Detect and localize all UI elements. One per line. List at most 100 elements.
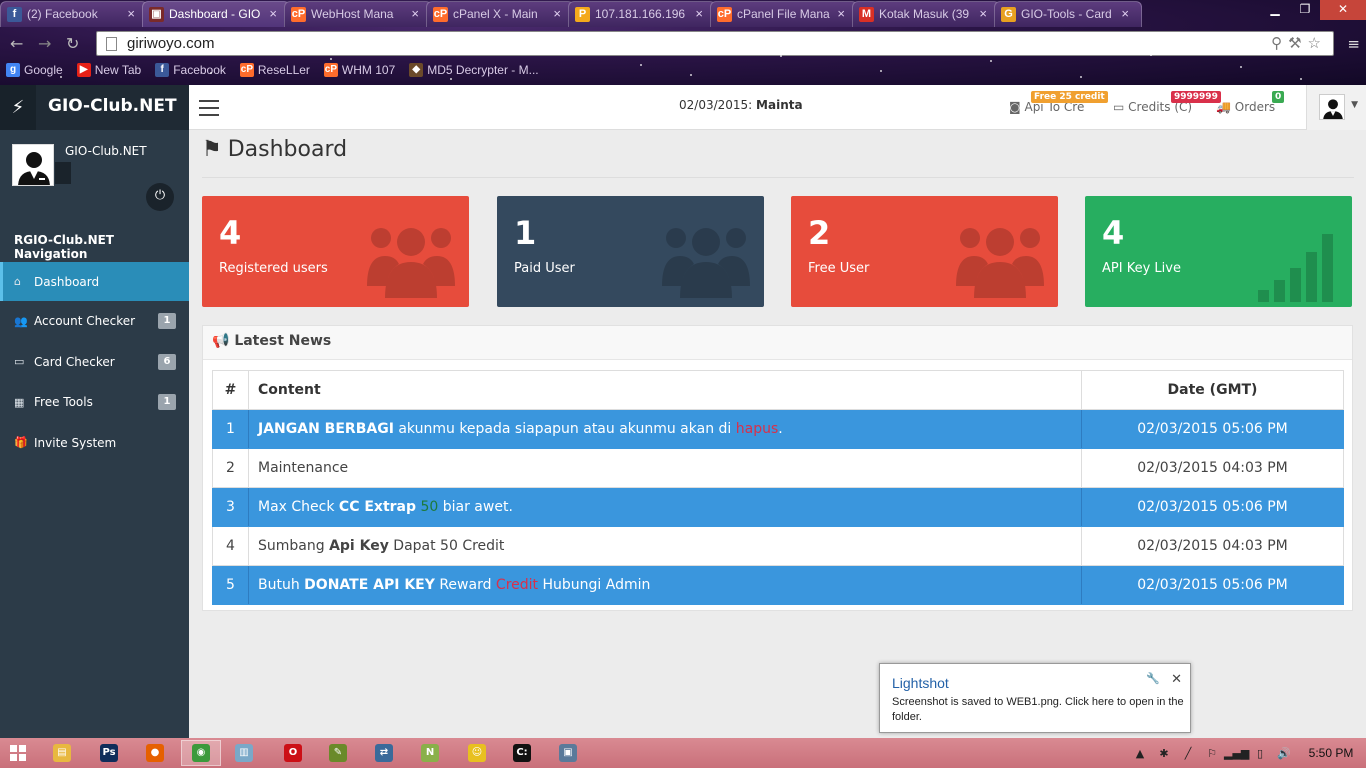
orders-link[interactable]: 🚚 Orders 0 [1216, 91, 1285, 114]
taskbar-app[interactable]: C: [502, 740, 542, 766]
close-icon[interactable]: ✕ [1171, 672, 1182, 687]
signal-icon[interactable]: ▂▄▆ [1224, 747, 1249, 760]
power-icon[interactable]: ⏻ [146, 183, 174, 211]
volume-icon[interactable]: 🔊 [1272, 747, 1296, 760]
bookmark-star-icon[interactable]: ☆ [1308, 35, 1327, 52]
taskbar-app[interactable]: Ps [89, 740, 129, 766]
bluetooth-icon[interactable]: ✱ [1152, 747, 1176, 760]
close-tab-icon[interactable]: × [553, 6, 561, 21]
site-icon: ▣ [149, 7, 164, 22]
notification-message[interactable]: Screenshot is saved to WEB1.png. Click h… [892, 695, 1184, 725]
taskbar-app[interactable]: ⇄ [364, 740, 404, 766]
cpanel-icon: cP [717, 7, 732, 22]
brand-name[interactable]: GIO-Club.NET [48, 96, 177, 116]
sidebar-item-card-checker[interactable]: ▭ Card Checker 6 [0, 342, 189, 383]
taskbar-app[interactable]: O [273, 740, 313, 766]
divider [202, 177, 1354, 178]
bookmark-item[interactable]: f Facebook [155, 60, 226, 80]
close-tab-icon[interactable]: × [269, 6, 277, 21]
windows-start-icon[interactable] [10, 745, 26, 761]
star-decoration [120, 50, 122, 52]
sidebar-item-account-checker[interactable]: 👥 Account Checker 1 [0, 301, 189, 342]
lightshot-notification[interactable]: Lightshot 🔧 ✕ Screenshot is saved to WEB… [879, 663, 1191, 733]
sidebar-item-dashboard[interactable]: ⌂ Dashboard [0, 262, 189, 301]
power-icon[interactable]: ▯ [1248, 747, 1272, 760]
restore-icon[interactable]: ❐ [1290, 0, 1320, 20]
bookmark-item[interactable]: ◆ MD5 Decrypter - M... [409, 60, 539, 80]
zoom-icon[interactable]: ⚲ [1271, 35, 1288, 52]
taskbar-app[interactable]: ▥ [224, 740, 264, 766]
credits-link[interactable]: ▭ Credits (C) 9999999 [1113, 91, 1221, 114]
bookmark-item[interactable]: ▶ New Tab [76, 60, 142, 80]
close-tab-icon[interactable]: × [979, 6, 987, 21]
tab-strip: f (2) Facebook × ▣ Dashboard - GIO × cP WebHost… [0, 0, 1230, 28]
user-menu-button[interactable]: ▼ [1306, 85, 1366, 130]
minimize-icon[interactable]: ▁ [1260, 0, 1290, 20]
stat-card[interactable]: 4 Registered users [202, 196, 469, 307]
forward-icon[interactable]: → [38, 34, 51, 53]
taskbar-app[interactable]: N [410, 740, 450, 766]
browser-tab[interactable]: f (2) Facebook × [0, 1, 148, 27]
browser-tab[interactable]: cP cPanel File Mana × [710, 1, 858, 27]
action-center-icon[interactable]: ⚐ [1200, 747, 1224, 760]
pen-tray-icon[interactable]: ╱ [1176, 747, 1200, 760]
back-icon[interactable]: ← [10, 34, 23, 53]
top-bar: 02/03/2015: Mainta ◙ Api To Cre Free 25 … [189, 85, 1366, 130]
bookmark-item[interactable]: g Google [6, 60, 63, 80]
sidebar-item-invite-system[interactable]: 🎁 Invite System [0, 423, 189, 464]
close-tab-icon[interactable]: × [695, 6, 703, 21]
taskbar-app[interactable]: ● [135, 740, 175, 766]
stat-card[interactable]: 2 Free User [791, 196, 1058, 307]
users-icon: 👥 [14, 314, 28, 328]
close-window-icon[interactable]: ✕ [1320, 0, 1366, 20]
close-tab-icon[interactable]: × [411, 6, 419, 21]
news-text-segment: Hubungi Admin [538, 577, 651, 593]
user-silhouette-icon [18, 152, 50, 185]
bookmark-item[interactable]: cP ReseLLer [239, 60, 310, 80]
browser-tab[interactable]: cP cPanel X - Main × [426, 1, 574, 27]
taskbar-app[interactable]: ▣ [548, 740, 588, 766]
browser-tab[interactable]: ▣ Dashboard - GIO × [142, 1, 290, 27]
count-badge: 1 [158, 313, 176, 329]
browser-tab[interactable]: G GIO-Tools - Card × [994, 1, 1142, 27]
news-date: 02/03/2015 04:03 PM [1081, 526, 1344, 566]
show-hidden-icons-icon[interactable]: ▲ [1128, 747, 1152, 760]
api-to-credit-link[interactable]: ◙ Api To Cre Free 25 credit [1009, 91, 1108, 114]
star-decoration [560, 52, 562, 54]
sidebar-item-label: Invite System [34, 435, 117, 450]
clock[interactable]: 5:50 PM [1296, 746, 1366, 760]
reload-icon[interactable]: ↻ [66, 34, 79, 53]
users-icon [662, 220, 750, 302]
pin-icon[interactable]: 🔧 [1146, 672, 1160, 685]
news-content: Max Check CC Extrap 50 biar awet. [248, 487, 1082, 527]
tool-icon[interactable]: ⚒ [1288, 35, 1307, 52]
star-decoration [210, 72, 212, 74]
close-tab-icon[interactable]: × [1121, 6, 1129, 21]
hamburger-menu-icon[interactable] [199, 100, 219, 121]
browser-tab[interactable]: M Kotak Masuk (39 × [852, 1, 1000, 27]
browser-tab[interactable]: cP WebHost Mana × [284, 1, 432, 27]
row-number: 2 [212, 448, 249, 488]
truck-icon: 🚚 [1216, 100, 1231, 114]
user-name: GIO-Club.NET [65, 144, 147, 158]
stat-value: 4 [1102, 214, 1125, 252]
facebook-icon: f [7, 7, 22, 22]
browser-menu-icon[interactable]: ≡ [1347, 35, 1360, 53]
bookmark-label: New Tab [94, 63, 142, 77]
sidebar-menu: ⌂ Dashboard 👥 Account Checker 1 ▭ Card Checker… [0, 262, 189, 463]
stat-card[interactable]: 1 Paid User [497, 196, 764, 307]
taskbar-app[interactable]: ◉ [181, 740, 221, 766]
browser-tab[interactable]: P 107.181.166.196 × [568, 1, 716, 27]
close-tab-icon[interactable]: × [127, 6, 135, 21]
taskbar-app[interactable]: ☺ [457, 740, 497, 766]
taskbar-app[interactable]: ✎ [318, 740, 358, 766]
tab-title: WebHost Mana [311, 7, 394, 21]
taskbar-app[interactable]: ▤ [42, 740, 82, 766]
stat-card[interactable]: 4 API Key Live [1085, 196, 1352, 307]
notification-title: Lightshot [892, 675, 949, 691]
address-bar[interactable]: giriwoyo.com ⚲⚒☆ [96, 31, 1334, 56]
bookmark-item[interactable]: cP WHM 107 [323, 60, 395, 80]
sidebar-item-free-tools[interactable]: ▦ Free Tools 1 [0, 382, 189, 423]
close-tab-icon[interactable]: × [837, 6, 845, 21]
credit-card-icon: ▭ [1113, 100, 1125, 114]
